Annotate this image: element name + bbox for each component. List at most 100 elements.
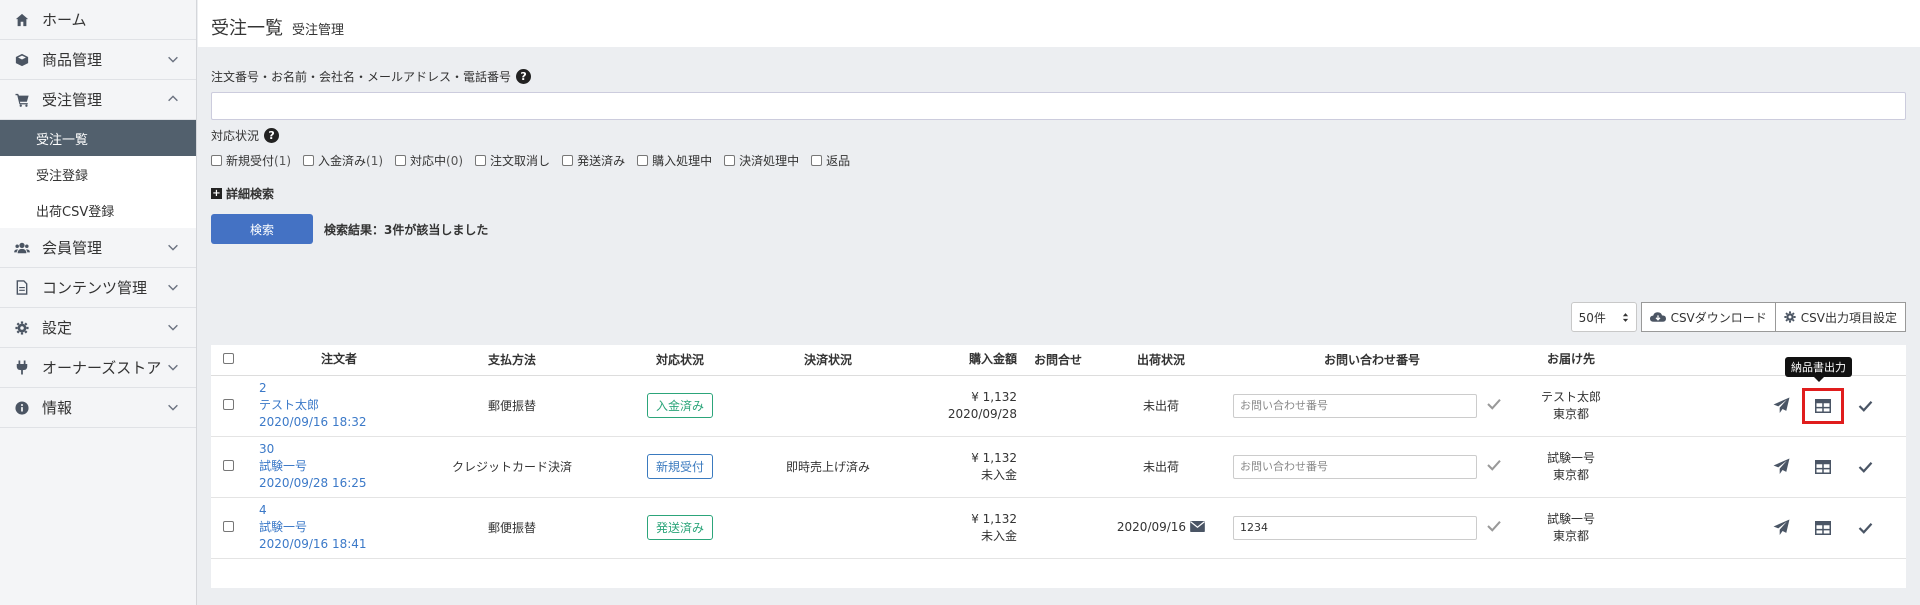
order-date-link[interactable]: 2020/09/28 16:25 [259,475,419,492]
sidebar-item-home[interactable]: ホーム [0,0,196,40]
order-number-link[interactable]: 2 [259,380,419,397]
sidebar-item-orders[interactable]: 受注管理 [0,80,196,120]
paper-plane-icon [1773,519,1789,535]
row-checkbox[interactable] [222,520,234,532]
status-option-settling[interactable]: 決済処理中 [724,152,799,169]
status-option-shipped[interactable]: 発送済み [562,152,625,169]
amount-cell: ¥ 1,132 未入金 [901,436,1017,498]
column-header-inquiry[interactable]: お問合せ [1017,345,1099,376]
order-date-link[interactable]: 2020/09/16 18:41 [259,536,419,553]
send-mail-button[interactable] [1760,388,1802,424]
per-page-select[interactable]: 50件 [1570,302,1637,332]
search-form: 注文番号・お名前・会社名・メールアドレス・電話番号 ? 対応状況 ? 新規受付(… [211,68,1906,244]
chevron-down-icon [166,360,182,376]
checkbox[interactable] [395,155,407,166]
status-option-label: 発送済み [577,154,626,168]
tracking-number-input[interactable] [1233,515,1477,540]
keyword-search-input[interactable] [211,92,1906,120]
envelope-icon[interactable] [1190,520,1205,535]
status-option-purchasing[interactable]: 購入処理中 [637,152,712,169]
tracking-save-check-icon[interactable] [1487,520,1501,535]
sidebar-subitem-order-list[interactable]: 受注一覧 [0,120,196,156]
complete-button[interactable] [1844,449,1886,485]
checkbox[interactable] [637,155,649,166]
column-header-status[interactable]: 対応状況 [605,345,755,376]
customer-name-link[interactable]: 試験一号 [259,519,419,536]
complete-button[interactable] [1844,388,1886,424]
status-option-label: 対応中 [410,154,447,168]
checkbox[interactable] [562,155,574,166]
status-option-count: (1) [366,153,384,168]
tracking-number-input[interactable] [1233,454,1477,479]
column-header-amount[interactable]: 購入金額 [901,345,1017,376]
checkbox[interactable] [811,155,823,166]
delivery-note-button[interactable] [1802,510,1844,546]
checkbox[interactable] [724,155,736,166]
sidebar-subitem-shipping-csv[interactable]: 出荷CSV登録 [0,192,196,228]
column-header-actions [1631,345,1906,376]
help-icon[interactable]: ? [264,128,280,143]
search-button[interactable]: 検索 [211,214,313,244]
sidebar-item-settings[interactable]: 設定 [0,308,196,348]
sidebar-item-products[interactable]: 商品管理 [0,40,196,80]
tracking-number-input[interactable] [1233,393,1477,418]
status-option-new[interactable]: 新規受付 (1) [211,152,291,169]
help-icon[interactable]: ? [516,69,532,84]
plug-icon [14,360,30,376]
tracking-cell [1223,375,1511,437]
delivery-note-button[interactable] [1802,449,1844,485]
chevron-down-icon [166,280,182,296]
column-header-payment[interactable]: 支払方法 [419,345,605,376]
search-action-row: 検索 検索結果：3件が該当しました [211,214,1906,244]
column-header-shipping[interactable]: 出荷状況 [1099,345,1223,376]
csv-download-button[interactable]: CSVダウンロード [1640,302,1776,332]
advanced-search-toggle[interactable]: + 詳細検索 [211,185,1906,202]
sidebar-subitem-order-register[interactable]: 受注登録 [0,156,196,192]
row-select-cell [211,436,249,498]
advanced-search-label: 詳細検索 [226,187,275,201]
column-header-destination[interactable]: お届け先 [1511,345,1631,376]
sidebar-item-owners-store[interactable]: オーナーズストア [0,348,196,388]
csv-download-label: CSVダウンロード [1670,310,1767,325]
row-checkbox[interactable] [222,459,234,471]
delivery-note-button[interactable] [1802,387,1844,424]
sidebar-item-content[interactable]: コンテンツ管理 [0,268,196,308]
payment-method: 郵便振替 [419,375,605,437]
row-checkbox[interactable] [222,398,234,410]
order-number-link[interactable]: 4 [259,502,419,519]
csv-settings-button[interactable]: CSV出力項目設定 [1775,302,1906,332]
status-option-paid[interactable]: 入金済み (1) [303,152,383,169]
status-option-returned[interactable]: 返品 [811,152,850,169]
status-option-in-progress[interactable]: 対応中 (0) [395,152,463,169]
customer-name-link[interactable]: 試験一号 [259,458,419,475]
users-icon [14,240,30,256]
send-mail-button[interactable] [1760,449,1802,485]
column-header-customer[interactable]: 注文者 [249,345,419,376]
checkbox[interactable] [303,155,315,166]
customer-cell: 4 試験一号 2020/09/16 18:41 [249,497,419,559]
checkbox[interactable] [211,155,222,166]
table-row: 4 試験一号 2020/09/16 18:41 郵便振替 発送済み ¥ 1,13… [211,497,1906,559]
status-option-label: 購入処理中 [652,154,713,168]
send-mail-button[interactable] [1760,510,1802,546]
checkbox[interactable] [475,155,487,166]
complete-button[interactable] [1844,510,1886,546]
order-number-link[interactable]: 30 [259,441,419,458]
tracking-save-check-icon[interactable] [1487,459,1501,474]
select-all-checkbox[interactable] [222,352,234,364]
destination-name: 試験一号 [1546,511,1595,526]
tracking-save-check-icon[interactable] [1487,398,1501,413]
destination-name: テスト太郎 [1540,389,1601,404]
customer-name-link[interactable]: テスト太郎 [259,397,419,414]
column-header-tracking[interactable]: お問い合わせ番号 [1223,345,1511,376]
sidebar-item-members[interactable]: 会員管理 [0,228,196,268]
chevron-down-icon [166,400,182,416]
status-cell: 発送済み [605,497,755,559]
status-badge: 新規受付 [646,454,713,479]
status-option-cancelled[interactable]: 注文取消し [475,152,550,169]
sidebar-item-info[interactable]: 情報 [0,388,196,428]
info-icon [14,400,30,416]
inquiry-cell [1017,497,1099,559]
order-date-link[interactable]: 2020/09/16 18:32 [259,414,419,431]
column-header-settlement[interactable]: 決済状況 [755,345,901,376]
